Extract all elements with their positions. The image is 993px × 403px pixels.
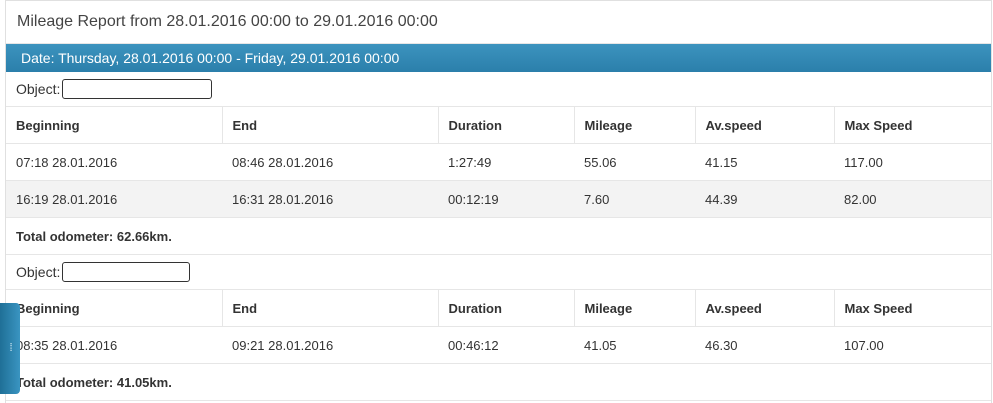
column-header-max-speed[interactable]: Max Speed bbox=[834, 290, 991, 327]
object-label: Object: bbox=[16, 81, 61, 97]
column-header-avg-speed[interactable]: Av.speed bbox=[695, 107, 835, 144]
object-input[interactable] bbox=[62, 262, 191, 282]
column-header-duration[interactable]: Duration bbox=[438, 290, 575, 327]
trips-table: Beginning End Duration Mileage Av.speed … bbox=[6, 107, 991, 218]
object-filter-row: Object: bbox=[6, 255, 991, 290]
table-row: 08:35 28.01.2016 09:21 28.01.2016 00:46:… bbox=[6, 326, 991, 364]
column-header-avg-speed[interactable]: Av.speed bbox=[695, 290, 835, 327]
report-title: Mileage Report from 28.01.2016 00:00 to … bbox=[6, 1, 991, 44]
table-row: 16:19 28.01.2016 16:31 28.01.2016 00:12:… bbox=[6, 180, 991, 218]
table-header-row: Beginning End Duration Mileage Av.speed … bbox=[6, 290, 991, 327]
cell-duration: 00:46:12 bbox=[438, 326, 574, 364]
column-header-mileage[interactable]: Mileage bbox=[574, 290, 696, 327]
column-header-duration[interactable]: Duration bbox=[438, 107, 575, 144]
cell-mileage: 55.06 bbox=[574, 143, 695, 181]
side-panel-toggle[interactable]: ⁞ bbox=[0, 303, 20, 394]
trips-table: Beginning End Duration Mileage Av.speed … bbox=[6, 290, 991, 364]
cell-avg-speed: 41.15 bbox=[695, 143, 834, 181]
cell-beginning: 16:19 28.01.2016 bbox=[6, 180, 222, 218]
cell-max-speed: 82.00 bbox=[834, 180, 991, 218]
column-header-beginning[interactable]: Beginning bbox=[6, 290, 223, 327]
mileage-report-panel: Mileage Report from 28.01.2016 00:00 to … bbox=[5, 0, 992, 403]
cell-beginning: 07:18 28.01.2016 bbox=[6, 143, 222, 181]
object-input[interactable] bbox=[62, 79, 213, 99]
cell-end: 09:21 28.01.2016 bbox=[222, 326, 438, 364]
cell-avg-speed: 44.39 bbox=[695, 180, 834, 218]
cell-max-speed: 107.00 bbox=[834, 326, 991, 364]
object-filter-row: Object: bbox=[6, 72, 991, 107]
cell-duration: 1:27:49 bbox=[438, 143, 574, 181]
cell-max-speed: 117.00 bbox=[834, 143, 991, 181]
page: Mileage Report from 28.01.2016 00:00 to … bbox=[0, 0, 993, 403]
cell-mileage: 7.60 bbox=[574, 180, 695, 218]
date-range-bar: Date: Thursday, 28.01.2016 00:00 - Frida… bbox=[6, 44, 991, 72]
cell-beginning: 08:35 28.01.2016 bbox=[6, 326, 222, 364]
total-odometer: Total odometer: 62.66km. bbox=[6, 218, 991, 255]
cell-duration: 00:12:19 bbox=[438, 180, 574, 218]
grip-handle-icon: ⁞ bbox=[9, 342, 12, 354]
column-header-end[interactable]: End bbox=[222, 107, 439, 144]
table-header-row: Beginning End Duration Mileage Av.speed … bbox=[6, 107, 991, 144]
cell-mileage: 41.05 bbox=[574, 326, 695, 364]
cell-end: 08:46 28.01.2016 bbox=[222, 143, 438, 181]
column-header-beginning[interactable]: Beginning bbox=[6, 107, 223, 144]
column-header-end[interactable]: End bbox=[222, 290, 439, 327]
table-row: 07:18 28.01.2016 08:46 28.01.2016 1:27:4… bbox=[6, 143, 991, 181]
cell-end: 16:31 28.01.2016 bbox=[222, 180, 438, 218]
column-header-max-speed[interactable]: Max Speed bbox=[834, 107, 991, 144]
cell-avg-speed: 46.30 bbox=[695, 326, 834, 364]
total-odometer: Total odometer: 41.05km. bbox=[6, 364, 991, 401]
column-header-mileage[interactable]: Mileage bbox=[574, 107, 696, 144]
object-label: Object: bbox=[16, 264, 61, 280]
